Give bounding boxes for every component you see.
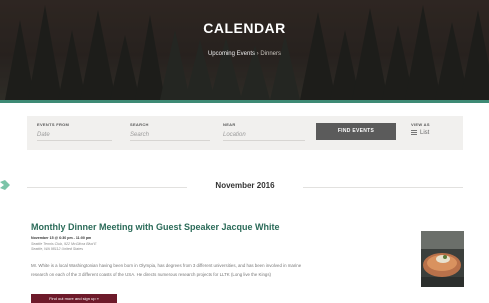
view-as-group: VIEW AS List: [411, 122, 456, 136]
breadcrumb-current: Dinners: [260, 51, 282, 57]
breadcrumb: Upcoming Events › Dinners: [0, 51, 489, 57]
near-group: NEAR Location: [223, 122, 305, 141]
find-events-button[interactable]: FIND EVENTS: [316, 123, 396, 140]
month-divider-right: [303, 187, 463, 188]
event-description: Mr. White is a local Washingtonian havin…: [31, 263, 302, 277]
month-heading: November 2016: [215, 181, 275, 190]
events-from-input[interactable]: Date: [37, 130, 112, 141]
breadcrumb-link-upcoming-events[interactable]: Upcoming Events: [208, 51, 255, 57]
view-as-selector[interactable]: List: [411, 130, 456, 136]
search-label: SEARCH: [130, 122, 149, 127]
event-title-link[interactable]: Monthly Dinner Meeting with Guest Speake…: [31, 222, 280, 232]
view-as-value: List: [420, 130, 430, 137]
search-group: SEARCH Search: [130, 122, 210, 141]
list-icon: [411, 130, 417, 135]
breadcrumb-separator: ›: [256, 51, 259, 57]
hero-banner: CALENDAR Upcoming Events › Dinners: [0, 0, 489, 100]
near-label: NEAR: [223, 122, 236, 127]
find-out-more-button[interactable]: Find out more and sign up »: [31, 294, 117, 303]
chevron-right-icon: [0, 180, 10, 190]
view-as-label: VIEW AS: [411, 122, 430, 127]
events-from-label: EVENTS FROM: [37, 122, 70, 127]
event-venue[interactable]: Seattle Tennis Club, 922 McGilvra Blvd E: [31, 242, 97, 246]
events-from-group: EVENTS FROM Date: [37, 122, 112, 141]
month-divider-left: [27, 187, 187, 188]
search-input[interactable]: Search: [130, 130, 210, 141]
event-datetime: November 15 @ 6:30 pm - 11:00 pm: [31, 236, 92, 240]
hero-accent-bar: [0, 100, 489, 103]
event-filter-bar: EVENTS FROM Date SEARCH Search NEAR Loca…: [27, 116, 463, 150]
event-address: Seattle, WA 98112 United States: [31, 247, 84, 251]
page-title: CALENDAR: [203, 20, 286, 36]
event-thumbnail-image[interactable]: [421, 231, 464, 287]
location-input[interactable]: Location: [223, 130, 305, 141]
